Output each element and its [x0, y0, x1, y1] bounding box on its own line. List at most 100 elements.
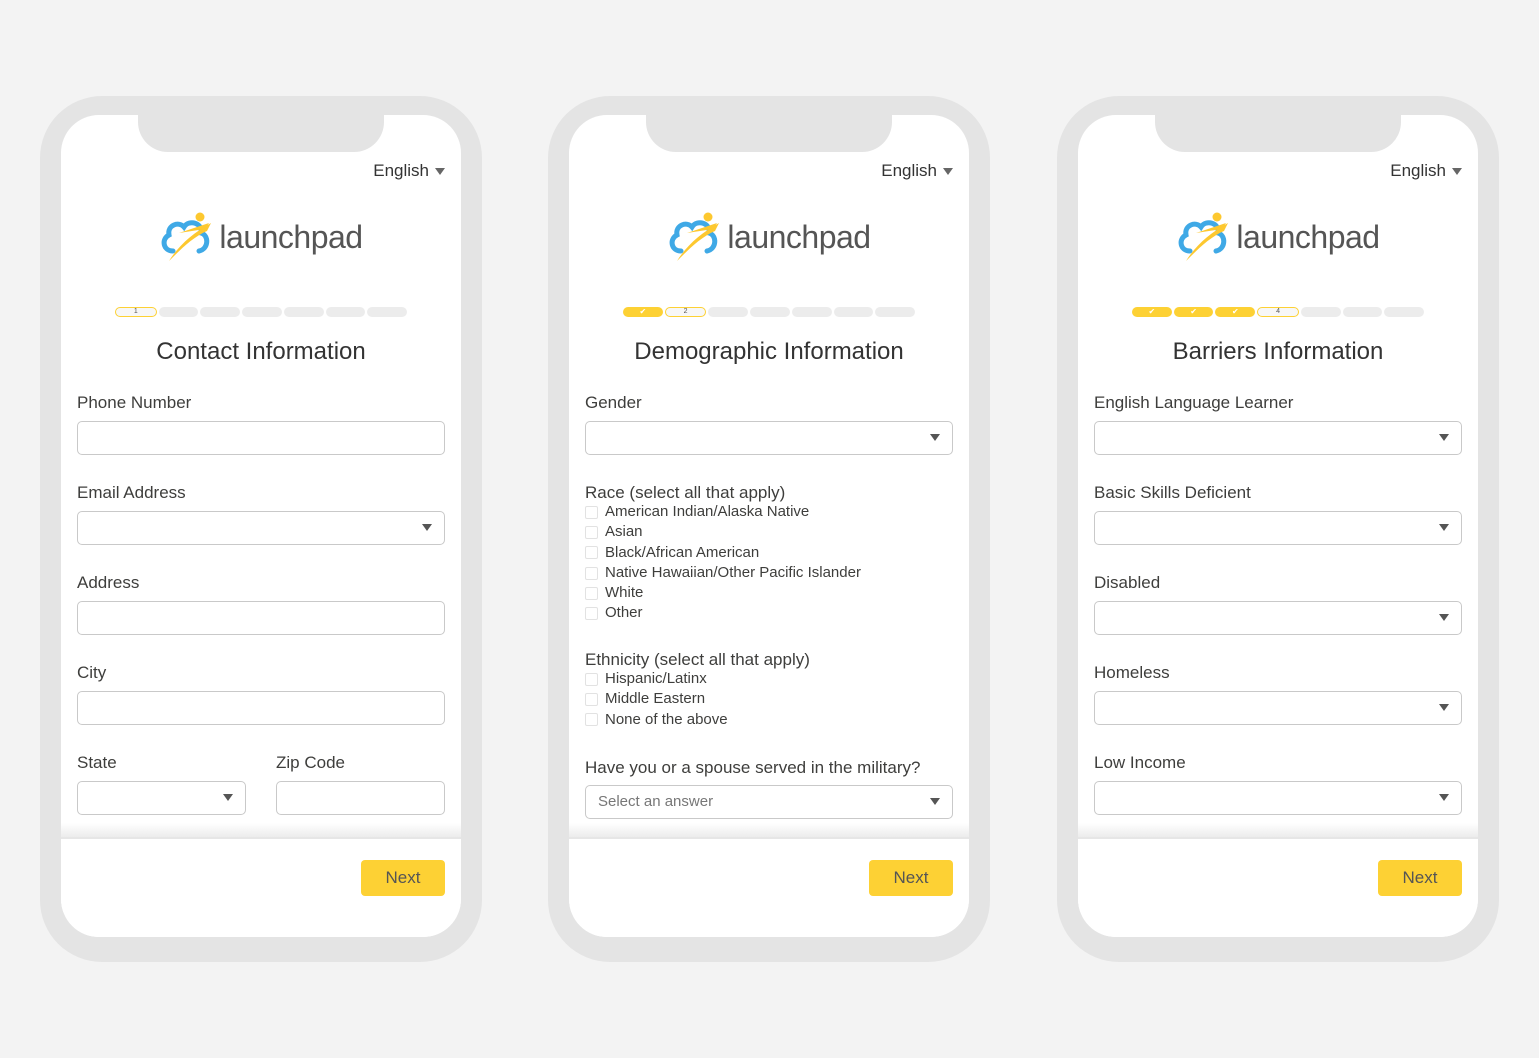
race-field: Race (select all that apply) [585, 482, 953, 504]
zip-code-label: Zip Code [276, 753, 345, 772]
language-selector[interactable]: English [881, 160, 953, 182]
next-button[interactable]: Next [361, 860, 445, 896]
progress-bar: 1 [115, 307, 408, 317]
checkbox[interactable] [585, 713, 598, 727]
city-label: City [77, 663, 107, 682]
caret-down-icon [435, 167, 445, 175]
email-address-select[interactable] [77, 511, 445, 545]
checkbox[interactable] [585, 586, 598, 600]
checkbox-option[interactable]: Hispanic/Latinx [585, 669, 953, 689]
address-label: Address [77, 573, 140, 592]
scroll-shadow [569, 823, 969, 837]
progress-step-upcoming [367, 307, 408, 317]
disabled-field: Disabled [1094, 572, 1462, 662]
low-income-select[interactable] [1094, 781, 1462, 815]
race-label: Race (select all that apply) [585, 483, 786, 502]
footer: Next [1078, 837, 1478, 937]
checkbox-option[interactable]: Asian [585, 522, 953, 542]
notch [1155, 115, 1401, 152]
footer: Next [61, 837, 461, 937]
military-field: Have you or a spouse served in the milit… [585, 757, 953, 819]
ethnicity-options: Hispanic/Latinx Middle Eastern None of the… [585, 669, 953, 730]
phone-number-label: Phone Number [77, 393, 192, 412]
email-address-field: Email Address [77, 482, 445, 572]
page-title: Contact Information [156, 338, 366, 365]
address-input[interactable] [77, 601, 445, 635]
city-input[interactable] [77, 691, 445, 725]
progress-step-upcoming [750, 307, 790, 317]
checkbox[interactable] [585, 607, 598, 621]
progress-step-upcoming [283, 307, 324, 317]
checkbox[interactable] [585, 672, 598, 686]
logo-text: launchpad [727, 218, 871, 255]
scroll-shadow [61, 823, 461, 837]
caret-down-icon [1439, 524, 1449, 531]
progress-step-upcoming [200, 307, 241, 317]
caret-down-icon [1452, 167, 1462, 175]
checkbox[interactable] [585, 546, 598, 560]
checkbox-label: Native Hawaiian/Other Pacific Islander [605, 563, 861, 581]
checkbox[interactable] [585, 566, 598, 580]
next-button[interactable]: Next [869, 860, 953, 896]
progress-step-upcoming [242, 307, 282, 317]
homeless-select[interactable] [1094, 691, 1462, 725]
checkbox-option[interactable]: Other [585, 603, 953, 623]
caret-down-icon [1439, 614, 1449, 621]
notch [646, 115, 892, 152]
checkbox-option[interactable]: Middle Eastern [585, 689, 953, 709]
phone-number-input[interactable] [77, 421, 445, 455]
screen: English launchpad ✔ 2 Demographic Informa… [569, 115, 969, 937]
next-button[interactable]: Next [1378, 860, 1462, 896]
phone-barriers-information: English launchpad ✔ ✔ ✔ 4 Barriers Informat… [1057, 96, 1499, 962]
basic-skills-deficient-select[interactable] [1094, 511, 1462, 545]
caret-down-icon [1439, 704, 1449, 711]
checkbox-label: Asian [605, 523, 643, 541]
homeless-field: Homeless [1094, 662, 1462, 752]
language-label: English [881, 161, 937, 180]
screen: English launchpad ✔ ✔ ✔ 4 Barriers Informat… [1078, 115, 1478, 937]
language-label: English [373, 161, 429, 180]
page-title: Barriers Information [1172, 338, 1384, 365]
checkbox-label: None of the above [605, 710, 728, 728]
basic-skills-deficient-label: Basic Skills Deficient [1094, 483, 1251, 502]
progress-step-complete: ✔ [623, 307, 663, 317]
logo-text: launchpad [1236, 218, 1380, 255]
ethnicity-field: Ethnicity (select all that apply) [585, 649, 953, 671]
launchpad-logo-icon [162, 212, 212, 261]
progress-step-current: 4 [1257, 307, 1299, 317]
progress-step-upcoming [1300, 307, 1341, 317]
homeless-label: Homeless [1094, 663, 1170, 682]
gender-select[interactable] [585, 421, 953, 455]
language-selector[interactable]: English [1390, 160, 1462, 182]
disabled-select[interactable] [1094, 601, 1462, 635]
basic-skills-deficient-field: Basic Skills Deficient [1094, 482, 1462, 572]
checkbox-option[interactable]: None of the above [585, 710, 953, 730]
address-field: Address [77, 572, 445, 662]
checkbox-option[interactable]: Black/African American [585, 543, 953, 563]
progress-step-current: 2 [664, 307, 707, 317]
email-address-label: Email Address [77, 483, 186, 502]
gender-field: Gender [585, 392, 953, 455]
launchpad-logo: launchpad [1078, 211, 1478, 263]
city-field: City [77, 662, 445, 752]
form: English Language Learner Basic Skills De… [1094, 392, 1462, 842]
caret-down-icon [930, 798, 940, 805]
checkbox-option[interactable]: American Indian/Alaska Native [585, 502, 953, 522]
military-select[interactable]: Select an answer [585, 785, 953, 819]
language-selector[interactable]: English [373, 160, 445, 182]
launchpad-logo: launchpad [569, 211, 969, 263]
checkbox-option[interactable]: Native Hawaiian/Other Pacific Islander [585, 563, 953, 583]
state-select[interactable] [77, 781, 246, 815]
checkbox[interactable] [585, 505, 598, 519]
english-language-learner-select[interactable] [1094, 421, 1462, 455]
progress-step-upcoming [325, 307, 366, 317]
progress-step-complete: ✔ [1173, 307, 1214, 317]
checkbox-option[interactable]: White [585, 583, 953, 603]
footer: Next [569, 837, 969, 937]
checkbox[interactable] [585, 525, 598, 539]
zip-code-input[interactable] [276, 781, 445, 815]
progress-step-complete: ✔ [1132, 307, 1172, 317]
checkbox[interactable] [585, 692, 598, 706]
launchpad-logo-icon [1179, 212, 1229, 261]
progress-step-upcoming [158, 307, 199, 317]
